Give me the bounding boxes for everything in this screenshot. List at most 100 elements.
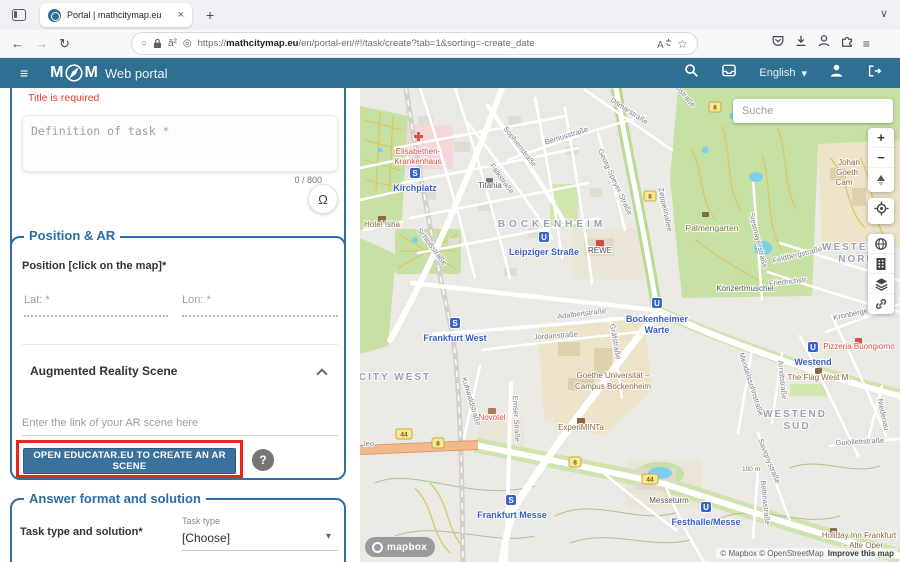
map-label: Goeth	[836, 168, 858, 177]
transit-station-letter: S	[452, 319, 458, 328]
help-button[interactable]: ?	[252, 449, 274, 471]
new-tab-button[interactable]: +	[206, 7, 214, 23]
answer-format-legend: Answer format and solution	[24, 491, 206, 506]
special-characters-button[interactable]: Ω	[308, 184, 338, 214]
map-search-input[interactable]	[733, 99, 893, 123]
map-panel: 88448844SUSUUSUBOCKENHEIMCITY WESTWESTEN…	[360, 88, 900, 562]
browser-toolbar: ← → ↻ ○ ā² ◎ https://mathcitymap.eu/en/p…	[0, 30, 900, 58]
map-canvas[interactable]: 88448844SUSUUSUBOCKENHEIMCITY WESTWESTEN…	[360, 88, 900, 562]
inbox-icon[interactable]	[721, 63, 737, 83]
url-bar[interactable]: ○ ā² ◎ https://mathcitymap.eu/en/portal-…	[132, 33, 697, 54]
position-label: Position [click on the map]*	[22, 260, 166, 272]
map-label: Pizzeria Buongiorno	[823, 342, 895, 351]
logo-letter: M	[85, 64, 97, 82]
map-label: Konzertmuschel	[716, 284, 774, 293]
extensions-icon[interactable]	[840, 34, 854, 53]
title-error-message: Title is required	[28, 92, 99, 104]
downloads-icon[interactable]	[794, 34, 808, 53]
location-permission-icon[interactable]: ◎	[183, 39, 192, 49]
map-label: Messeturm	[649, 496, 689, 505]
list-all-tabs-icon[interactable]: ∨	[880, 7, 888, 20]
map-label: leo	[364, 439, 374, 448]
map-label: Frankfurt Messe	[477, 510, 547, 520]
browser-tab-bar: Portal | mathcitymap.eu × + ∨	[0, 0, 900, 30]
map-label: Kirchplatz	[393, 183, 437, 193]
definition-of-task-input[interactable]	[22, 115, 338, 172]
map-label: Johan	[838, 158, 860, 167]
map-label: 100 m	[742, 466, 760, 473]
user-icon[interactable]	[829, 63, 844, 83]
globe-layer-button[interactable]	[868, 234, 894, 254]
mcm-logo[interactable]: M M Web portal	[50, 63, 167, 83]
longitude-field[interactable]: Lon: *	[182, 294, 338, 317]
road-badge-label: 8	[713, 105, 717, 112]
pocket-icon[interactable]	[771, 34, 785, 53]
svg-text:A: A	[657, 40, 664, 50]
share-link-button[interactable]	[868, 294, 894, 314]
geolocate-button[interactable]	[868, 198, 894, 218]
reload-icon[interactable]: ↻	[59, 36, 70, 52]
map-label: Elisabethen-	[396, 147, 441, 156]
language-selector[interactable]: English ▾	[759, 67, 807, 80]
map-label: Cam	[836, 178, 853, 187]
map-label: Krankenhaus	[394, 157, 441, 166]
logout-icon[interactable]	[866, 64, 882, 83]
translate-icon[interactable]: A	[657, 38, 671, 50]
task-type-select[interactable]: [Choose]	[182, 531, 230, 545]
ar-scene-link-input[interactable]	[22, 415, 338, 436]
search-icon[interactable]	[684, 63, 699, 83]
layers-button[interactable]	[868, 274, 894, 294]
map-label: REWE	[588, 246, 612, 255]
map-label: Bockenheimer	[626, 314, 689, 324]
char-counter: 0 / 800	[294, 175, 322, 185]
browser-tab[interactable]: Portal | mathcitymap.eu ×	[40, 3, 192, 27]
forward-icon: →	[35, 36, 48, 51]
position-ar-legend: Position & AR	[24, 228, 120, 243]
section-divider	[22, 344, 338, 345]
select-caret-icon[interactable]: ▾	[326, 531, 331, 542]
zoom-in-button[interactable]: +	[868, 128, 894, 148]
select-underline	[182, 550, 338, 551]
improve-map-link[interactable]: Improve this map	[828, 549, 894, 558]
transit-station-letter: S	[412, 169, 418, 178]
firefox-view-icon[interactable]	[12, 9, 26, 21]
map-label: The Flag West M.	[788, 373, 851, 382]
map-label: Hotel Isha	[364, 220, 401, 229]
menu-icon[interactable]: ≡	[863, 38, 870, 50]
task-form-panel: Title is required 0 / 800 Ω Position & A…	[0, 88, 360, 562]
road-badge-label: 8	[573, 460, 577, 467]
mapbox-logo[interactable]: mapbox	[365, 537, 435, 557]
geolocate-control	[868, 198, 894, 224]
mapbox-logo-text: mapbox	[387, 542, 427, 553]
tab-close-icon[interactable]: ×	[178, 9, 184, 21]
buildings-layer-button[interactable]	[868, 254, 894, 274]
road-badge-label: 44	[646, 477, 654, 484]
url-text: https://mathcitymap.eu/en/portal-en/#!/t…	[198, 38, 652, 49]
app-navbar: ≡ M M Web portal English ▾	[0, 58, 900, 88]
ar-scene-header: Augmented Reality Scene	[30, 364, 177, 378]
latitude-field[interactable]: Lat: *	[24, 294, 168, 317]
road-badge-label: 8	[436, 441, 440, 448]
lock-icon[interactable]	[153, 38, 162, 49]
account-icon[interactable]	[817, 34, 831, 53]
bookmark-star-icon[interactable]: ☆	[677, 38, 688, 50]
logo-letter: M	[50, 64, 62, 82]
map-label: Festhalle/Messe	[671, 517, 740, 527]
language-label: English	[759, 67, 795, 79]
open-educatar-button[interactable]: OPEN EDUCATAR.EU TO CREATE AN AR SCENE	[23, 448, 236, 474]
highway	[360, 445, 478, 450]
transit-station-letter: U	[654, 299, 660, 308]
back-icon[interactable]: ←	[11, 36, 24, 51]
sidebar-menu-icon[interactable]: ≡	[20, 65, 28, 81]
tracking-protection-icon[interactable]: ○	[141, 39, 147, 49]
map-label: Leipziger Straße	[509, 247, 579, 257]
task-type-label: Task type and solution*	[20, 526, 143, 538]
compass-reset-button[interactable]	[868, 168, 894, 192]
permissions-icon[interactable]: ā²	[168, 39, 177, 49]
browser-window: Portal | mathcitymap.eu × + ∨ ← → ↻ ○ ā²…	[0, 0, 900, 562]
map-label: SÜD	[783, 419, 810, 432]
task-type-field-label: Task type	[182, 516, 220, 526]
caret-down-icon: ▾	[801, 67, 807, 80]
zoom-out-button[interactable]: −	[868, 148, 894, 168]
road-badge-label: 44	[400, 432, 408, 439]
